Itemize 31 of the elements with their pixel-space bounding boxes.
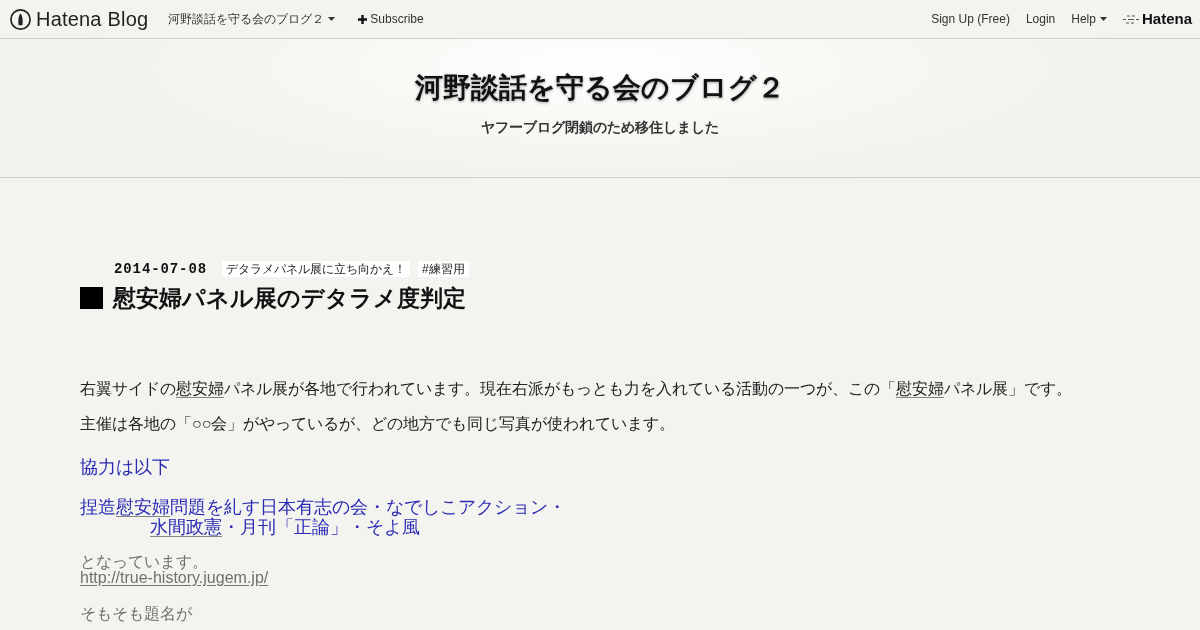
highlighted-text: 水間政憲・月刊「正論」・そよ風 (150, 517, 420, 537)
body-paragraph: 主催は各地の「○○会」がやっているが、どの地方でも同じ写真が使われています。 (80, 414, 676, 434)
nav-link-text[interactable]: Login (1025, 11, 1056, 27)
keyword-link[interactable]: 水間政憲 (150, 517, 222, 537)
category-tag[interactable]: デタラメパネル展に立ち向かえ！ (222, 261, 410, 277)
keyword-link[interactable]: 慰安婦 (176, 380, 224, 397)
url-link[interactable]: http://true-history.jugem.jp/ (80, 570, 269, 586)
help-menu-button[interactable]: Help (1071, 11, 1107, 27)
entry-date[interactable]: 2014-07-08 (114, 261, 207, 277)
subscribe-button[interactable]: Subscribe (358, 11, 424, 27)
caret-icon (1099, 17, 1107, 21)
hatena-link[interactable]: Hatena (1122, 11, 1192, 27)
nav-link-text[interactable]: Sign Up (Free) (931, 11, 1010, 27)
highlighted-text: 協力は以下 (80, 456, 170, 479)
dashes-icon (1122, 14, 1139, 24)
plus-icon (358, 14, 368, 24)
brand-link[interactable]: Hatena Blog (10, 7, 149, 31)
pen-nib-logo-icon (10, 8, 31, 30)
highlighted-text: 捏造慰安婦問題を糺す日本有志の会・なでしこアクション・ (80, 497, 566, 517)
blog-description: ヤフーブログ閉鎖のため移住しました (481, 118, 719, 137)
muted-text: そもそも題名が (80, 605, 192, 622)
category-tag[interactable]: #練習用 (418, 261, 469, 277)
blog-menu-button[interactable]: 河野談話を守る会のブログ２ (168, 11, 336, 27)
square-icon (80, 287, 103, 309)
blog-title[interactable]: 河野談話を守る会のブログ２ (415, 71, 785, 105)
body-paragraph: 右翼サイドの慰安婦パネル展が各地で行われています。現在右派がもっとも力を入れている活動の一つが、この「慰安婦パネル展」です。 (80, 379, 1072, 399)
keyword-link[interactable]: 慰安婦 (116, 497, 170, 517)
caret-icon (328, 17, 336, 21)
entry-title[interactable]: 慰安婦パネル展のデタラメ度判定 (113, 285, 466, 311)
muted-text: となっています。 (80, 554, 208, 570)
keyword-link[interactable]: 慰安婦 (896, 380, 944, 397)
